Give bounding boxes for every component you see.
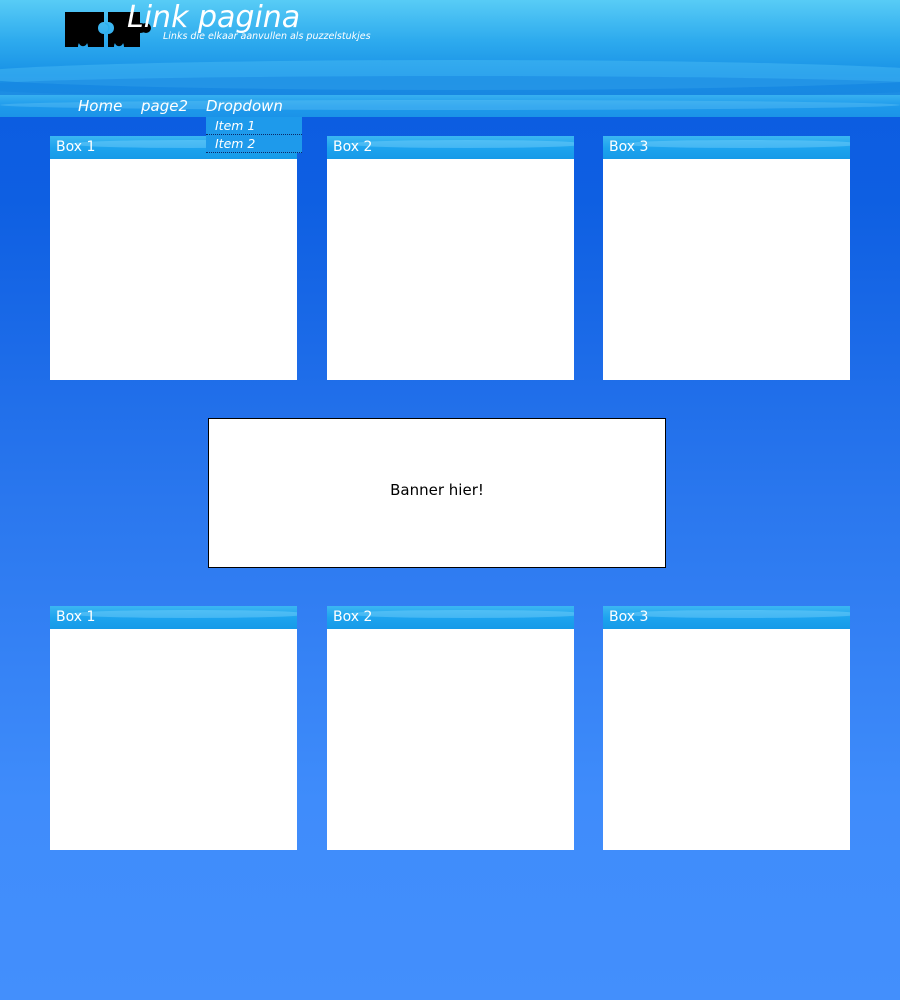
box-header: Box 1 xyxy=(50,606,297,629)
site-subtitle: Links die elkaar aanvullen als puzzelstu… xyxy=(163,31,371,42)
banner[interactable]: Banner hier! xyxy=(208,418,666,568)
banner-text: Banner hier! xyxy=(390,481,484,499)
box-header: Box 2 xyxy=(327,606,574,629)
nav-bar: Home page2 Dropdown xyxy=(0,95,900,117)
box-title: Box 1 xyxy=(56,609,96,625)
box-title: Box 2 xyxy=(333,609,373,625)
box-top-3: Box 3 xyxy=(603,136,850,380)
box-header: Box 3 xyxy=(603,606,850,629)
site-header: Link pagina Links die elkaar aanvullen a… xyxy=(0,0,900,95)
header-wave xyxy=(0,76,900,95)
box-top-2: Box 2 xyxy=(327,136,574,380)
nav-wave xyxy=(0,100,900,110)
nav-item-dropdown[interactable]: Dropdown xyxy=(206,95,283,117)
dropdown-item-1[interactable]: Item 1 xyxy=(206,117,302,135)
box-title: Box 1 xyxy=(56,139,96,155)
dropdown-menu: Item 1 Item 2 xyxy=(206,117,302,153)
box-title: Box 2 xyxy=(333,139,373,155)
box-bottom-2: Box 2 xyxy=(327,606,574,850)
box-title: Box 3 xyxy=(609,609,649,625)
box-header: Box 2 xyxy=(327,136,574,159)
nav-item-page2[interactable]: page2 xyxy=(141,95,188,117)
nav-item-home[interactable]: Home xyxy=(78,95,122,117)
box-header: Box 3 xyxy=(603,136,850,159)
dropdown-item-2[interactable]: Item 2 xyxy=(206,135,302,153)
box-title: Box 3 xyxy=(609,139,649,155)
box-bottom-1: Box 1 xyxy=(50,606,297,850)
box-bottom-3: Box 3 xyxy=(603,606,850,850)
box-top-1: Box 1 xyxy=(50,136,297,380)
